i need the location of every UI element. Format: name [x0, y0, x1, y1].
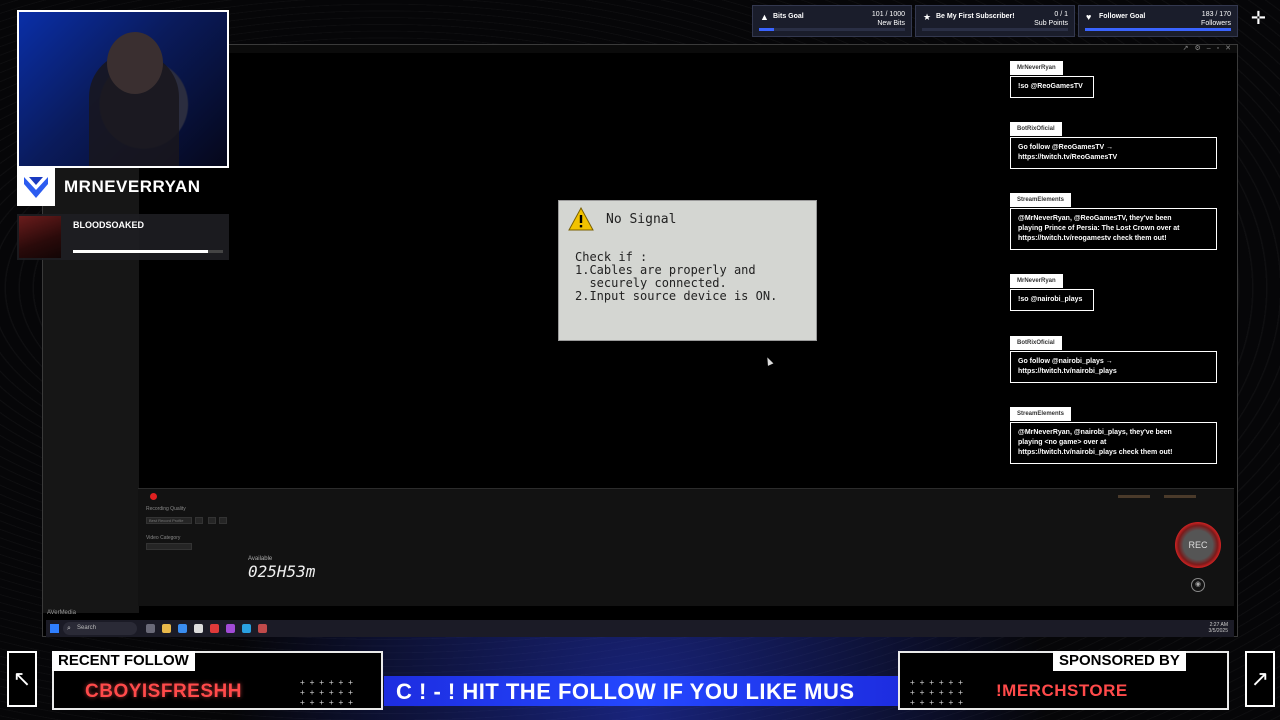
file-explorer-icon[interactable]: [162, 624, 171, 633]
channel-logo-icon: [17, 168, 55, 206]
goal-progress-bar: [1085, 28, 1231, 31]
goal-subscriber: ★ Be My First Subscriber! 0 / 1 Sub Point…: [915, 5, 1075, 37]
brand-label: AVerMedia: [47, 610, 76, 616]
stream-overlay: ↗ ⚙ – ▫ ✕ AVerMedia MRNEVERRYAN BLOODSOA…: [0, 0, 1280, 720]
snapshot-button[interactable]: ◉: [1191, 578, 1205, 592]
game-thumbnail: [19, 216, 61, 258]
recorder-panel: Recording Quality Best Record Profile Vi…: [138, 488, 1234, 606]
goal-name: Follower Goal: [1099, 13, 1146, 20]
chat-text: @MrNeverRyan, @ReoGamesTV, they've been …: [1010, 208, 1217, 250]
record-mode-icon[interactable]: [150, 493, 157, 500]
chat-message: StreamElements @MrNeverRyan, @nairobi_pl…: [1010, 402, 1217, 464]
webcam-feed: [17, 10, 229, 168]
goal-progress-bar: [922, 28, 1068, 31]
chat-message: MrNeverRyan !so @ReoGamesTV: [1010, 56, 1094, 98]
chat-username: BotRixOficial: [1010, 336, 1062, 350]
triangle-icon: ▲: [760, 12, 769, 22]
category-label: Video Category: [146, 535, 181, 541]
goal-name: Bits Goal: [773, 13, 804, 20]
warning-icon: [568, 207, 594, 231]
settings-icon[interactable]: ⚙: [1194, 45, 1200, 53]
streamer-name: MRNEVERRYAN: [64, 177, 201, 196]
chat-username: MrNeverRyan: [1010, 61, 1063, 75]
windows-taskbar: ⌕ Search 2:27 AM 3/5/2025: [46, 620, 1234, 637]
goal-count: 0 / 1 Sub Points: [1034, 11, 1068, 27]
app-icon[interactable]: [226, 624, 235, 633]
now-playing-card: BLOODSOAKED: [17, 214, 229, 260]
chat-message: StreamElements @MrNeverRyan, @ReoGamesTV…: [1010, 188, 1217, 250]
game-progress-fill: [73, 250, 208, 253]
dialog-title: No Signal: [606, 212, 677, 227]
app-icon[interactable]: [258, 624, 267, 633]
sparkle-icon: ✛: [1250, 8, 1266, 28]
star-icon: ★: [923, 12, 932, 22]
search-placeholder: Search: [77, 625, 97, 631]
dot-pattern: + + + + + + + + + + + + + + + + + +: [300, 678, 353, 707]
window-controls: ↗ ⚙ – ▫ ✕: [1183, 45, 1231, 53]
ticker-bar: C ! - ! HIT THE FOLLOW IF YOU LIKE MUS: [384, 676, 898, 706]
chat-username: StreamElements: [1010, 193, 1072, 207]
goal-name: Be My First Subscriber!: [936, 13, 1015, 20]
pin-icon[interactable]: ↗: [1183, 45, 1189, 53]
sponsored-label: SPONSORED BY: [1053, 651, 1186, 671]
delete-profile-button[interactable]: [219, 517, 227, 524]
streamer-head: [107, 32, 163, 94]
goal-bits: ▲ Bits Goal 101 / 1000 New Bits: [752, 5, 912, 37]
add-profile-button[interactable]: [195, 517, 203, 524]
chat-text: !so @nairobi_plays: [1010, 289, 1094, 311]
edit-profile-button[interactable]: [208, 517, 216, 524]
rec-button[interactable]: REC: [1175, 522, 1221, 568]
sponsor-name: !MERCHSTORE: [996, 681, 1128, 700]
chat-text: !so @ReoGamesTV: [1010, 76, 1094, 98]
chat-text: Go follow @ReoGamesTV → https://twitch.t…: [1010, 137, 1217, 169]
volume-slider[interactable]: [1118, 495, 1150, 498]
arrow-up-left-icon: ↖: [7, 651, 37, 707]
chat-username: MrNeverRyan: [1010, 274, 1063, 288]
maximize-icon[interactable]: ▫: [1217, 45, 1219, 53]
task-view-icon[interactable]: [146, 624, 155, 633]
chat-username: StreamElements: [1010, 407, 1072, 421]
app-icon[interactable]: [210, 624, 219, 633]
available-time: 025H53m: [248, 562, 316, 581]
close-icon[interactable]: ✕: [1225, 45, 1231, 53]
category-select[interactable]: [146, 543, 192, 550]
goal-progress-fill: [759, 28, 774, 31]
goal-progress-bar: [759, 28, 905, 31]
game-progress-bar: [73, 250, 223, 253]
no-signal-dialog: No Signal Check if : 1.Cables are proper…: [558, 200, 817, 341]
dot-pattern: + + + + + + + + + + + + + + + + + +: [910, 678, 963, 707]
chat-message: MrNeverRyan !so @nairobi_plays: [1010, 269, 1094, 311]
store-icon[interactable]: [194, 624, 203, 633]
taskbar-search[interactable]: ⌕ Search: [63, 622, 137, 635]
quality-label: Recording Quality: [146, 506, 186, 512]
chat-message: BotRixOficial Go follow @nairobi_plays →…: [1010, 331, 1217, 383]
ticker-text: C ! - ! HIT THE FOLLOW IF YOU LIKE MUS: [396, 679, 855, 704]
goal-count: 183 / 170 Followers: [1201, 11, 1231, 27]
recent-follower-name: CBOYISFRESHH: [85, 681, 242, 702]
heart-icon: ♥: [1086, 12, 1092, 22]
system-tray[interactable]: 2:27 AM 3/5/2025: [1209, 622, 1228, 634]
windows-start-icon[interactable]: [50, 624, 59, 633]
chat-text: Go follow @nairobi_plays → https://twitc…: [1010, 351, 1217, 383]
goal-count: 101 / 1000 New Bits: [871, 11, 905, 27]
goal-followers: ♥ Follower Goal 183 / 170 Followers: [1078, 5, 1238, 37]
clock-date: 3/5/2025: [1208, 628, 1228, 634]
app-icon[interactable]: [242, 624, 251, 633]
recent-follow-label: RECENT FOLLOW: [52, 651, 195, 671]
chat-username: BotRixOficial: [1010, 122, 1062, 136]
dialog-body: Check if : 1.Cables are properly and sec…: [575, 250, 778, 303]
game-title: BLOODSOAKED: [73, 220, 145, 230]
edge-icon[interactable]: [178, 624, 187, 633]
chat-message: BotRixOficial Go follow @ReoGamesTV → ht…: [1010, 117, 1217, 169]
minimize-icon[interactable]: –: [1207, 45, 1211, 53]
quality-select[interactable]: Best Record Profile: [146, 517, 192, 524]
search-icon: ⌕: [67, 625, 71, 632]
goal-progress-fill: [1085, 28, 1231, 31]
mic-slider[interactable]: [1164, 495, 1196, 498]
streamer-banner: MRNEVERRYAN: [17, 168, 229, 206]
arrow-up-right-icon: ↗: [1245, 651, 1275, 707]
chat-text: @MrNeverRyan, @nairobi_plays, they've be…: [1010, 422, 1217, 464]
